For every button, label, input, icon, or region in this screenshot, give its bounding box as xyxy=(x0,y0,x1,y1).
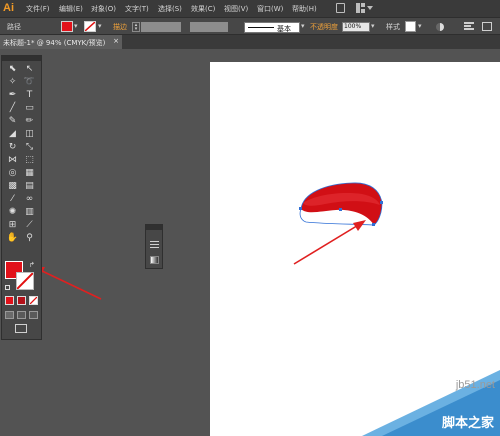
rotate-tool-icon[interactable]: ↻ xyxy=(6,141,19,152)
menu-object[interactable]: 对象(O) xyxy=(91,4,116,14)
artboard-tool-icon[interactable]: ⊞ xyxy=(6,219,19,230)
zoom-tool-icon[interactable]: ⚲ xyxy=(23,232,36,243)
panel-menu-icon[interactable] xyxy=(150,241,159,250)
default-fill-stroke-icon[interactable] xyxy=(5,285,10,290)
type-tool-icon[interactable]: T xyxy=(23,89,36,100)
draw-normal-icon[interactable] xyxy=(5,311,14,319)
gradient-tool-icon[interactable]: ▤ xyxy=(23,180,36,191)
magic-wand-tool-icon[interactable]: ✧ xyxy=(6,76,19,87)
collapsed-panel-header[interactable] xyxy=(146,225,162,230)
control-bar: 路径 ▾ ▾ 描边 ▴ ▾ 基本 ▾ 不透明度 100% ▾ 样式 ▾ xyxy=(0,17,500,35)
app-logo: Ai xyxy=(3,2,14,14)
symbol-sprayer-tool-icon[interactable]: ✺ xyxy=(6,206,19,217)
brush-definition-dropdown[interactable]: 基本 xyxy=(244,22,300,33)
free-transform-tool-icon[interactable]: ⬚ xyxy=(23,154,36,165)
blob-brush-tool-icon[interactable]: ◢ xyxy=(6,128,19,139)
stroke-weight-input[interactable] xyxy=(141,22,181,32)
line-tool-icon[interactable]: ╱ xyxy=(6,102,19,113)
eraser-tool-icon[interactable]: ◫ xyxy=(23,128,36,139)
collapsed-panel xyxy=(145,224,163,269)
watermark: jb51.net 脚本之家 xyxy=(362,370,500,436)
opacity-input[interactable]: 100% xyxy=(342,22,370,32)
opacity-dropdown-icon[interactable]: ▾ xyxy=(371,22,375,30)
selection-tool-icon[interactable]: ⬉ xyxy=(6,63,19,74)
variable-width-dropdown[interactable] xyxy=(190,22,228,32)
slice-tool-icon[interactable]: ⟋ xyxy=(23,219,36,230)
menu-effect[interactable]: 效果(C) xyxy=(191,4,215,14)
pencil-tool-icon[interactable]: ✏ xyxy=(23,115,36,126)
stroke-label[interactable]: 描边 xyxy=(113,22,127,32)
align-options-icon[interactable] xyxy=(464,22,474,31)
gradient-panel-icon[interactable] xyxy=(150,256,159,264)
blend-tool-icon[interactable]: ∞ xyxy=(23,193,36,204)
column-graph-tool-icon[interactable]: ▥ xyxy=(23,206,36,217)
hand-tool-icon[interactable]: ✋ xyxy=(6,232,19,243)
stroke-color-box[interactable] xyxy=(16,272,34,290)
fill-swatch[interactable] xyxy=(61,21,73,32)
close-tab-icon[interactable]: × xyxy=(113,37,119,45)
watermark-text: 脚本之家 xyxy=(441,416,494,431)
menu-view[interactable]: 视图(V) xyxy=(224,4,248,14)
tools-panel-header[interactable] xyxy=(2,56,41,61)
tools-panel: ⬉ ↖ ✧ ➰ ✒ T ╱ ▭ ✎ ✏ ◢ ◫ ↻ ⤡ ⋈ ⬚ ◎ ▦ ▩ ▤ … xyxy=(1,55,42,340)
recolor-artwork-icon[interactable] xyxy=(436,23,444,31)
style-dropdown-icon[interactable]: ▾ xyxy=(418,22,422,30)
scale-tool-icon[interactable]: ⤡ xyxy=(23,141,36,152)
direct-selection-tool-icon[interactable]: ↖ xyxy=(23,63,36,74)
opacity-label[interactable]: 不透明度 xyxy=(310,22,338,32)
paintbrush-tool-icon[interactable]: ✎ xyxy=(6,115,19,126)
watermark-site: jb51.net xyxy=(455,379,495,391)
color-mode-button[interactable] xyxy=(5,296,14,305)
opacity-value: 100% xyxy=(344,23,362,30)
width-tool-icon[interactable]: ⋈ xyxy=(6,154,19,165)
brush-dropdown-icon[interactable]: ▾ xyxy=(301,22,305,30)
menu-select[interactable]: 选择(S) xyxy=(158,4,182,14)
gradient-mode-button[interactable] xyxy=(17,296,26,305)
shape-builder-tool-icon[interactable]: ◎ xyxy=(6,167,19,178)
stroke-weight-stepper[interactable]: ▴ ▾ xyxy=(132,22,140,32)
swap-fill-stroke-icon[interactable]: ↱ xyxy=(29,261,35,269)
menu-help[interactable]: 帮助(H) xyxy=(292,4,317,14)
document-tab-bar: 未标题-1* @ 94% (CMYK/预览) × xyxy=(0,35,500,49)
mesh-tool-icon[interactable]: ▩ xyxy=(6,180,19,191)
menu-bar: Ai 文件(F) 编辑(E) 对象(O) 文字(T) 选择(S) 效果(C) 视… xyxy=(0,0,500,17)
pen-tool-icon[interactable]: ✒ xyxy=(6,89,19,100)
draw-behind-icon[interactable] xyxy=(17,311,26,319)
style-label: 样式 xyxy=(386,23,400,31)
selection-type-label: 路径 xyxy=(7,23,21,31)
stroke-dropdown-icon[interactable]: ▾ xyxy=(98,22,102,30)
eyedropper-tool-icon[interactable]: ⁄ xyxy=(6,193,19,204)
document-tab-title: 未标题-1* @ 94% (CMYK/预览) xyxy=(3,39,106,47)
perspective-grid-tool-icon[interactable]: ▦ xyxy=(23,167,36,178)
brush-label: 基本 xyxy=(277,25,291,33)
bridge-icon[interactable] xyxy=(336,3,345,13)
menu-window[interactable]: 窗口(W) xyxy=(257,4,283,14)
document-tab[interactable]: 未标题-1* @ 94% (CMYK/预览) × xyxy=(0,35,122,49)
none-mode-button[interactable] xyxy=(29,296,38,305)
rectangle-tool-icon[interactable]: ▭ xyxy=(23,102,36,113)
fill-dropdown-icon[interactable]: ▾ xyxy=(74,22,78,30)
menu-type[interactable]: 文字(T) xyxy=(125,4,149,14)
screen-mode-icon[interactable] xyxy=(15,324,27,333)
menu-file[interactable]: 文件(F) xyxy=(26,4,50,14)
stroke-swatch[interactable] xyxy=(84,21,96,32)
menu-edit[interactable]: 编辑(E) xyxy=(59,4,83,14)
isolate-group-icon[interactable] xyxy=(482,22,492,31)
arrange-documents-icon[interactable] xyxy=(356,3,373,13)
draw-inside-icon[interactable] xyxy=(29,311,38,319)
lasso-tool-icon[interactable]: ➰ xyxy=(23,76,36,87)
graphic-style-swatch[interactable] xyxy=(405,21,416,32)
